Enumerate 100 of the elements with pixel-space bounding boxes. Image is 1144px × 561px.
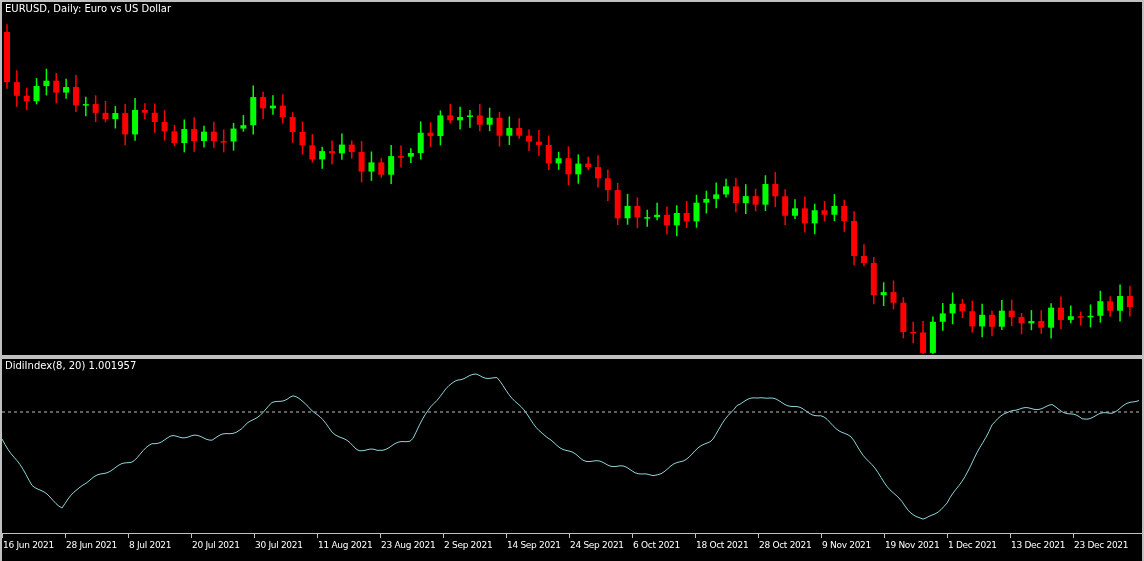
- candlestick: [782, 188, 789, 226]
- candlestick: [880, 281, 887, 307]
- candlestick: [801, 195, 808, 234]
- candlestick: [496, 111, 503, 148]
- candlestick: [516, 117, 523, 140]
- candlestick: [329, 139, 336, 165]
- candlestick: [358, 140, 365, 184]
- candlestick: [240, 114, 247, 133]
- candlestick: [1097, 290, 1104, 324]
- candlestick: [23, 87, 30, 112]
- candlestick: [476, 103, 483, 132]
- date-label: 24 Sep 2021: [569, 539, 625, 552]
- candlestick: [1048, 302, 1055, 340]
- candlestick: [614, 182, 621, 226]
- candlestick: [279, 93, 286, 125]
- date-label: 9 Nov 2021: [821, 539, 872, 552]
- candlestick: [949, 291, 956, 325]
- candlestick: [792, 198, 798, 220]
- candlestick: [732, 177, 739, 213]
- candlestick: [762, 174, 769, 212]
- candlestick: [260, 91, 267, 120]
- candlestick: [1038, 309, 1045, 335]
- candlestick: [72, 74, 79, 113]
- date-label: 18 Oct 2021: [695, 539, 750, 552]
- candlestick: [920, 320, 927, 355]
- candlestick: [122, 103, 129, 146]
- candlestick: [319, 145, 326, 170]
- candlestick: [998, 299, 1005, 331]
- candlestick: [910, 321, 917, 344]
- candlestick: [63, 77, 70, 100]
- candlestick: [535, 129, 542, 157]
- candlestick: [939, 302, 946, 332]
- candlestick: [526, 128, 533, 152]
- candlestick: [486, 107, 493, 132]
- candlestick: [171, 124, 178, 147]
- candlestick: [683, 200, 690, 229]
- candlestick: [1028, 309, 1035, 331]
- date-label: 23 Dec 2021: [1073, 539, 1129, 552]
- candlestick: [417, 120, 424, 161]
- candlestick: [141, 102, 148, 121]
- candlestick: [752, 188, 759, 213]
- candlestick: [348, 139, 355, 160]
- candlestick: [693, 194, 700, 229]
- candlestick: [624, 193, 631, 226]
- candlestick: [368, 150, 375, 182]
- candlestick: [191, 116, 198, 153]
- candlestick: [151, 102, 158, 134]
- candlestick: [585, 156, 592, 171]
- candlestick: [250, 84, 257, 136]
- candlestick: [378, 157, 385, 179]
- candlestick: [713, 181, 720, 209]
- candlestick: [900, 296, 907, 339]
- candlestick: [43, 67, 50, 97]
- candlestick: [269, 94, 276, 116]
- candlestick: [4, 23, 10, 90]
- candlestick: [161, 109, 168, 142]
- candlestick: [663, 205, 670, 236]
- date-label: 16 Jun 2021: [2, 539, 55, 552]
- candlestick: [545, 134, 552, 171]
- candlestick: [1077, 310, 1084, 327]
- candlestick: [299, 120, 306, 156]
- candlestick: [289, 111, 296, 144]
- candlestick: [959, 298, 966, 319]
- candlestick: [53, 72, 60, 105]
- date-label: 23 Aug 2021: [380, 539, 437, 552]
- candlestick: [210, 121, 217, 149]
- date-label: 30 Jul 2021: [254, 539, 304, 552]
- candlestick: [457, 106, 464, 131]
- candlestick: [595, 154, 601, 189]
- candlestick: [929, 315, 936, 355]
- candlestick: [575, 153, 582, 185]
- candlestick: [181, 118, 188, 154]
- date-label: 28 Jun 2021: [65, 539, 118, 552]
- date-label: 1 Dec 2021: [947, 539, 998, 552]
- date-label: 11 Aug 2021: [317, 539, 374, 552]
- candlestick: [1057, 295, 1064, 331]
- candlestick: [821, 200, 828, 223]
- candlestick: [1126, 285, 1133, 318]
- candlestick: [407, 147, 414, 164]
- candlestick: [112, 105, 119, 130]
- candlestick: [309, 133, 316, 164]
- candlestick: [870, 256, 877, 305]
- date-label: 2 Sep 2021: [443, 539, 494, 552]
- date-label: 28 Oct 2021: [758, 539, 813, 552]
- candlestick: [811, 202, 818, 235]
- date-label: 6 Oct 2021: [632, 539, 681, 552]
- date-label: 14 Sep 2021: [506, 539, 562, 552]
- candlestick: [102, 100, 109, 123]
- candlestick: [132, 97, 139, 142]
- candlestick: [92, 94, 99, 123]
- candlestick: [555, 151, 562, 171]
- candlestick: [13, 69, 20, 108]
- candlestick: [506, 115, 513, 146]
- candlestick: [831, 193, 838, 222]
- candlestick: [979, 302, 986, 338]
- candlestick: [447, 103, 454, 125]
- candlestick: [1067, 304, 1074, 324]
- candlestick: [989, 309, 995, 337]
- date-label: 19 Nov 2021: [884, 539, 941, 552]
- candlestick: [82, 96, 89, 117]
